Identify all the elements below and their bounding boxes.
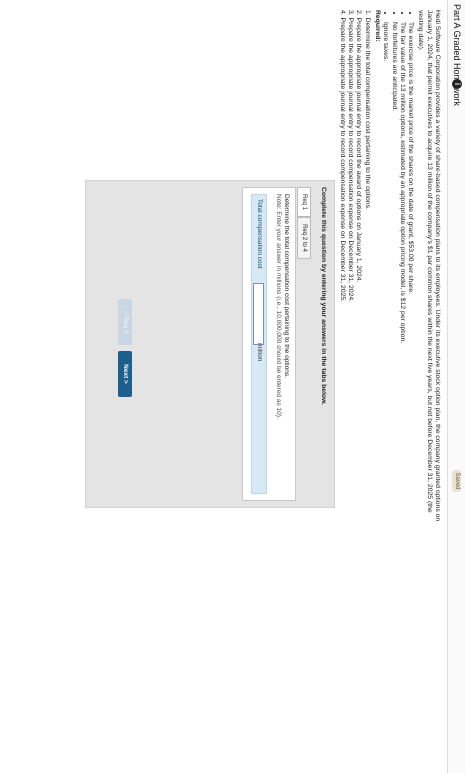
problem-text: Hedi Software Corporation provides a var…	[337, 10, 441, 530]
instruction-text: Determine the total compensation cost pe…	[283, 194, 290, 378]
question-instructions: Determine the total compensation cost pe…	[274, 194, 290, 419]
info-icon[interactable]: i	[452, 79, 462, 89]
assumption-item: The fair value of the 13 million options…	[398, 22, 406, 530]
problem-intro: Hedi Software Corporation provides a var…	[417, 10, 441, 522]
assumption-item: The exercise price is the market price o…	[406, 22, 414, 530]
next-button[interactable]: Next >	[118, 351, 132, 397]
requirement-item: 2. Prepare the appropriate journal entry…	[355, 10, 363, 283]
requirement-item: 4. Prepare the appropriate journal entry…	[338, 10, 346, 303]
required-heading: Required:	[373, 10, 381, 42]
note-text: Note: Enter your answer in millions (i.e…	[275, 194, 282, 419]
requirements-list: 1. Determine the total compensation cost…	[337, 10, 371, 530]
panel-heading: Complete this question by entering your …	[320, 187, 327, 406]
prev-button[interactable]: < Req 1	[118, 299, 132, 345]
requirement-item: 3. Prepare the appropriate journal entry…	[347, 10, 355, 303]
unit-label: million	[256, 343, 263, 362]
page-title: Part A Graded Homework	[452, 4, 462, 107]
answer-row: Total compensation cost million	[251, 194, 267, 494]
total-compensation-input[interactable]	[253, 283, 264, 345]
tab-req-2-to-4[interactable]: Req 2 to 4	[297, 217, 311, 259]
requirement-item: 1. Determine the total compensation cost…	[363, 10, 371, 210]
assumption-list: The exercise price is the market price o…	[381, 10, 414, 530]
assumption-item: Ignore taxes.	[381, 22, 389, 530]
answer-panel: Complete this question by entering your …	[85, 180, 335, 508]
header-bar: Part A Graded Homework i Saved	[447, 0, 465, 773]
rotated-page: Part A Graded Homework i Saved Hedi Soft…	[0, 0, 465, 773]
row-label: Total compensation cost	[256, 199, 263, 269]
saved-badge: Saved	[452, 470, 461, 492]
question-box: Determine the total compensation cost pe…	[242, 187, 296, 501]
tab-req-1[interactable]: Req 1	[297, 187, 311, 217]
assumption-item: No forfeitures are anticipated.	[389, 22, 398, 530]
